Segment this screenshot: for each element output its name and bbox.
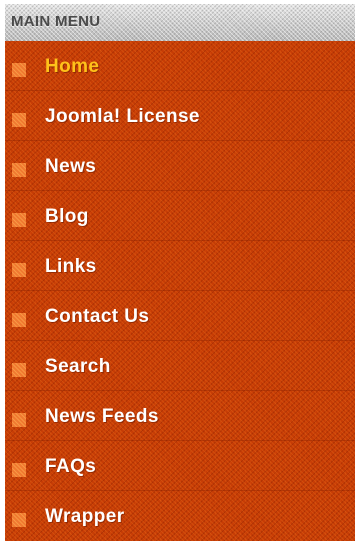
menu-header: MAIN MENU xyxy=(5,4,355,41)
main-menu: Home Joomla! License News Blog Links Con… xyxy=(5,41,355,541)
menu-item-wrapper[interactable]: Wrapper xyxy=(5,491,355,541)
menu-item-label: News Feeds xyxy=(45,406,159,427)
menu-item-home[interactable]: Home xyxy=(5,41,355,91)
menu-item-joomla-license[interactable]: Joomla! License xyxy=(5,91,355,141)
square-bullet-icon xyxy=(12,363,26,377)
square-bullet-icon xyxy=(12,163,26,177)
menu-item-blog[interactable]: Blog xyxy=(5,191,355,241)
menu-item-label: Contact Us xyxy=(45,306,150,327)
menu-item-label: Wrapper xyxy=(45,506,125,527)
menu-item-label: FAQs xyxy=(45,456,97,477)
menu-item-label: Links xyxy=(45,256,97,277)
menu-item-label: Joomla! License xyxy=(45,106,200,127)
menu-item-label: Home xyxy=(45,56,100,77)
menu-item-search[interactable]: Search xyxy=(5,341,355,391)
main-menu-module: MAIN MENU Home Joomla! License News Blog xyxy=(0,0,358,541)
menu-item-contact-us[interactable]: Contact Us xyxy=(5,291,355,341)
square-bullet-icon xyxy=(12,263,26,277)
menu-item-news-feeds[interactable]: News Feeds xyxy=(5,391,355,441)
square-bullet-icon xyxy=(12,463,26,477)
square-bullet-icon xyxy=(12,313,26,327)
square-bullet-icon xyxy=(12,513,26,527)
menu-item-faqs[interactable]: FAQs xyxy=(5,441,355,491)
menu-item-news[interactable]: News xyxy=(5,141,355,191)
menu-title: MAIN MENU xyxy=(11,13,101,30)
square-bullet-icon xyxy=(12,113,26,127)
square-bullet-icon xyxy=(12,63,26,77)
square-bullet-icon xyxy=(12,213,26,227)
menu-item-links[interactable]: Links xyxy=(5,241,355,291)
menu-list: Home Joomla! License News Blog Links Con… xyxy=(5,41,355,541)
menu-item-label: News xyxy=(45,156,97,177)
menu-item-label: Blog xyxy=(45,206,89,227)
menu-item-label: Search xyxy=(45,356,111,377)
square-bullet-icon xyxy=(12,413,26,427)
